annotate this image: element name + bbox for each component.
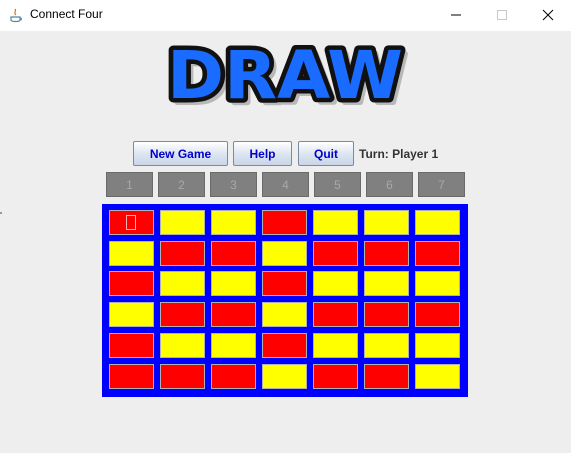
board-cell-r4-c4 [262,302,307,327]
board-cell-r2-c3 [211,241,256,266]
board-cell-r3-c5 [313,271,358,296]
board-cell-r5-c7 [415,333,460,358]
board-cell-r4-c7 [415,302,460,327]
board-cell-r5-c5 [313,333,358,358]
column-button-4[interactable]: 4 [262,172,309,197]
new-game-button[interactable]: New Game [133,141,228,166]
help-button[interactable]: Help [233,141,292,166]
column-button-6[interactable]: 6 [366,172,413,197]
board-cell-r3-c6 [364,271,409,296]
board-cell-r4-c1 [109,302,154,327]
column-button-5[interactable]: 5 [314,172,361,197]
board-cell-r4-c6 [364,302,409,327]
board-cell-r2-c1 [109,241,154,266]
board-cell-r6-c5 [313,364,358,389]
board-cell-r2-c5 [313,241,358,266]
board-cell-r5-c1 [109,333,154,358]
board-cell-r1-c2 [160,210,205,235]
result-banner: DRAW DRAW DRAW [0,31,571,116]
board-cell-r3-c1 [109,271,154,296]
board-cell-r6-c4 [262,364,307,389]
focus-marker [126,215,136,230]
close-icon [542,9,554,21]
board-cell-r3-c3 [211,271,256,296]
board-cell-r1-c4 [262,210,307,235]
board-cell-r5-c4 [262,333,307,358]
draw-banner-text: DRAW [167,37,403,114]
board-cell-r4-c3 [211,302,256,327]
column-button-2[interactable]: 2 [158,172,205,197]
board-cell-r1-c3 [211,210,256,235]
column-button-7[interactable]: 7 [418,172,465,197]
board-cell-r5-c6 [364,333,409,358]
game-board [102,204,468,397]
board-cell-r1-c1 [109,210,154,235]
draw-banner-graphic: DRAW DRAW DRAW [163,33,411,116]
board-cell-r4-c2 [160,302,205,327]
board-cell-r3-c2 [160,271,205,296]
column-button-3[interactable]: 3 [210,172,257,197]
board-cell-r6-c2 [160,364,205,389]
board-cell-r1-c5 [313,210,358,235]
board-cell-r2-c2 [160,241,205,266]
maximize-button[interactable] [479,0,525,31]
board-cell-r3-c7 [415,271,460,296]
board-cell-r5-c3 [211,333,256,358]
minimize-icon [451,14,461,16]
turn-indicator: Turn: Player 1 [359,147,439,161]
column-button-1[interactable]: 1 [106,172,153,197]
close-button[interactable] [525,0,571,31]
board-cell-r6-c6 [364,364,409,389]
quit-button[interactable]: Quit [298,141,354,166]
window-title: Connect Four [30,7,103,21]
title-bar: Connect Four [0,0,571,31]
board-cell-r5-c2 [160,333,205,358]
board-cell-r2-c7 [415,241,460,266]
board-cell-r6-c3 [211,364,256,389]
board-cell-r2-c4 [262,241,307,266]
board-cell-r2-c6 [364,241,409,266]
window-edge-mark [0,212,2,214]
board-cell-r6-c1 [109,364,154,389]
maximize-icon [497,10,507,20]
board-cell-r6-c7 [415,364,460,389]
board-cell-r1-c7 [415,210,460,235]
board-cell-r1-c6 [364,210,409,235]
board-cell-r3-c4 [262,271,307,296]
java-app-icon [10,8,22,23]
board-cell-r4-c5 [313,302,358,327]
minimize-button[interactable] [433,0,479,31]
